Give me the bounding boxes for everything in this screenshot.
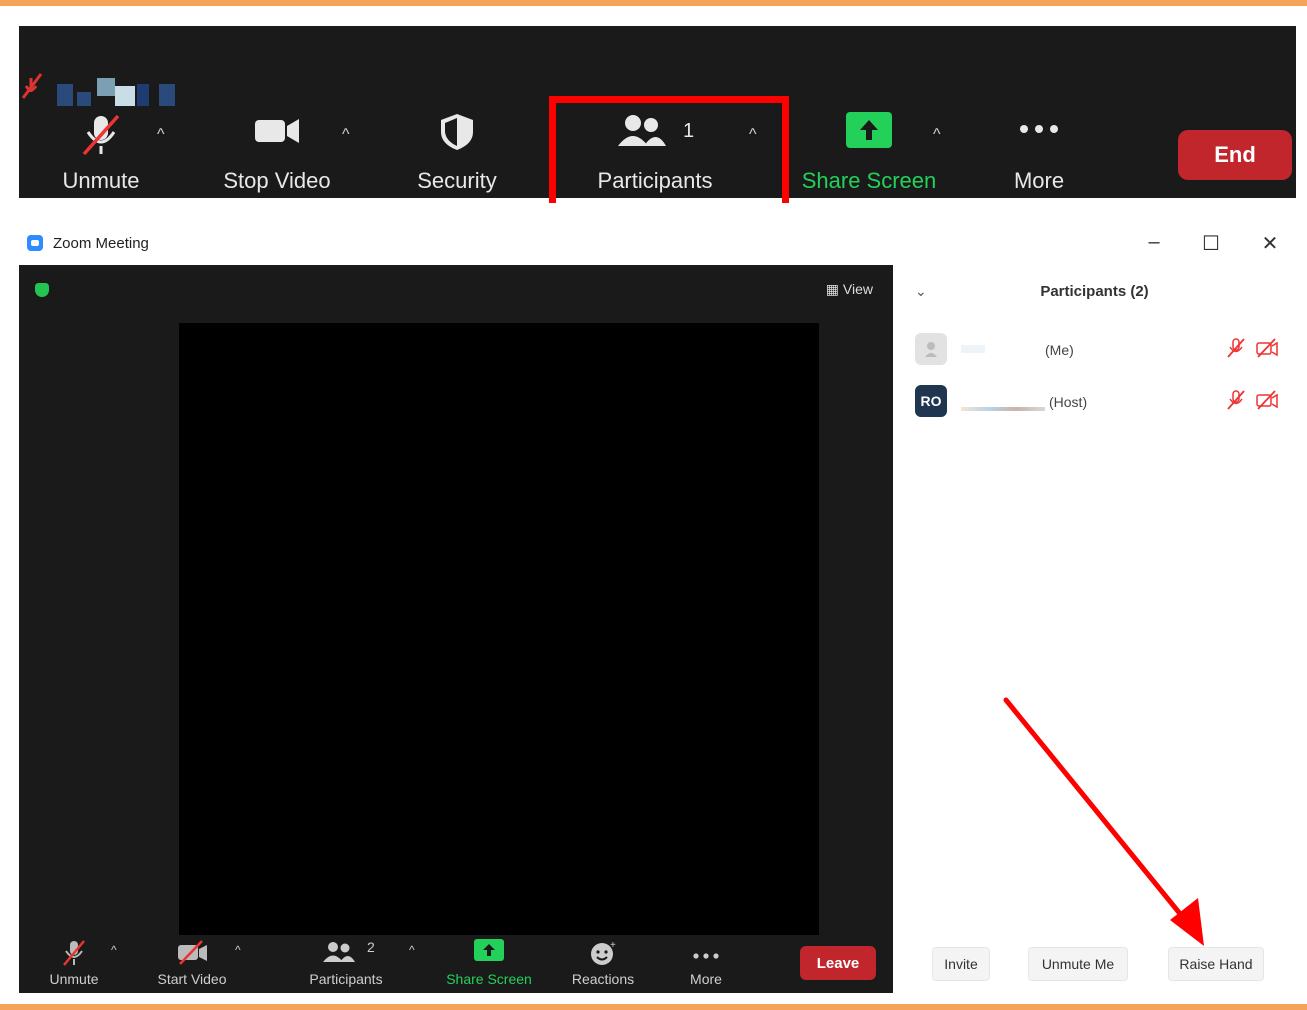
share-screen-button[interactable]: Share Screen bbox=[799, 26, 939, 198]
video-area: ▦ View Unmute ^ Start Video ^ 2 Particip… bbox=[19, 265, 893, 993]
end-meeting-button[interactable]: End bbox=[1178, 130, 1292, 180]
stop-video-button[interactable]: Stop Video bbox=[215, 26, 339, 198]
video-camera-icon bbox=[253, 112, 301, 153]
bottom-participants-caret-icon[interactable]: ^ bbox=[409, 943, 415, 957]
participant-row[interactable]: (Me) bbox=[915, 333, 1285, 367]
unmute-label: Unmute bbox=[62, 168, 140, 193]
muted-microphone-icon bbox=[78, 112, 124, 163]
participant-tag: (Host) bbox=[1049, 394, 1088, 410]
video-options-caret-icon[interactable]: ^ bbox=[342, 126, 350, 144]
encryption-shield-icon[interactable] bbox=[35, 283, 49, 297]
share-screen-icon bbox=[846, 112, 892, 155]
more-button[interactable]: More bbox=[997, 26, 1081, 198]
window-title: Zoom Meeting bbox=[53, 235, 149, 252]
frame-bottom-border bbox=[0, 1004, 1307, 1010]
bottom-participant-count: 2 bbox=[367, 939, 375, 955]
reactions-label: Reactions bbox=[571, 971, 635, 987]
participant-tag: (Me) bbox=[1045, 342, 1074, 358]
muted-microphone-icon bbox=[61, 939, 87, 972]
unmute-button[interactable]: Unmute bbox=[41, 26, 161, 198]
bottom-start-video-label: Start Video bbox=[157, 971, 227, 987]
video-off-icon[interactable] bbox=[1255, 389, 1279, 416]
muted-mic-icon bbox=[21, 73, 43, 99]
muted-mic-icon[interactable] bbox=[1225, 337, 1247, 364]
muted-mic-icon[interactable] bbox=[1225, 389, 1247, 416]
bottom-unmute-button[interactable]: Unmute bbox=[41, 935, 107, 993]
security-label: Security bbox=[417, 168, 497, 193]
grid-view-icon: ▦ bbox=[825, 281, 843, 297]
bottom-video-caret-icon[interactable]: ^ bbox=[235, 943, 241, 957]
reactions-button[interactable]: + Reactions bbox=[565, 935, 641, 993]
video-off-icon bbox=[176, 939, 208, 970]
bottom-more-label: More bbox=[690, 971, 722, 987]
bottom-share-screen-button[interactable]: Share Screen bbox=[443, 935, 535, 993]
audio-options-caret-icon[interactable]: ^ bbox=[157, 126, 165, 144]
avatar: RO bbox=[915, 385, 947, 417]
name-redacted-block bbox=[961, 345, 985, 353]
share-screen-icon bbox=[474, 939, 504, 968]
default-avatar-icon bbox=[925, 342, 937, 357]
bottom-audio-caret-icon[interactable]: ^ bbox=[111, 943, 117, 957]
more-label: More bbox=[1013, 168, 1065, 193]
bottom-more-button[interactable]: More bbox=[679, 935, 733, 993]
bottom-unmute-label: Unmute bbox=[49, 971, 99, 987]
minimize-icon[interactable]: – bbox=[1139, 231, 1169, 254]
shield-icon bbox=[438, 112, 476, 157]
avatar bbox=[915, 333, 947, 365]
svg-text:+: + bbox=[610, 940, 616, 951]
participants-panel-title: Participants (2) bbox=[1040, 283, 1149, 300]
zoom-logo-icon bbox=[27, 235, 43, 251]
leave-button[interactable]: Leave bbox=[800, 946, 876, 980]
bottom-participants-label: Participants bbox=[309, 971, 383, 987]
smiley-reaction-icon: + bbox=[589, 939, 617, 972]
avatar-initials: RO bbox=[920, 393, 942, 409]
view-label: View bbox=[842, 281, 873, 297]
meeting-toolbar-zoomed: Unmute ^ Stop Video ^ Security 1 Partici… bbox=[19, 26, 1296, 203]
view-button[interactable]: ▦ View bbox=[826, 281, 873, 298]
name-redacted-block bbox=[961, 407, 1045, 411]
more-dots-icon bbox=[1018, 122, 1060, 140]
share-options-caret-icon[interactable]: ^ bbox=[933, 126, 941, 144]
highlight-box bbox=[549, 96, 789, 203]
annotation-arrow bbox=[1003, 697, 1204, 946]
video-feed bbox=[179, 323, 819, 935]
invite-button[interactable]: Invite bbox=[932, 947, 990, 981]
participants-icon bbox=[322, 939, 356, 970]
bottom-participants-button[interactable]: 2 Participants bbox=[301, 935, 391, 993]
bottom-start-video-button[interactable]: Start Video bbox=[151, 935, 233, 993]
participant-row[interactable]: RO (Host) bbox=[915, 385, 1285, 419]
frame-top-border bbox=[0, 0, 1307, 6]
bottom-share-screen-label: Share Screen bbox=[446, 971, 532, 987]
share-screen-label: Share Screen bbox=[801, 168, 937, 193]
close-icon[interactable]: ✕ bbox=[1255, 231, 1285, 256]
video-off-icon[interactable] bbox=[1255, 337, 1279, 364]
security-button[interactable]: Security bbox=[405, 26, 509, 198]
stop-video-label: Stop Video bbox=[223, 168, 331, 193]
more-dots-icon bbox=[692, 947, 720, 965]
maximize-icon[interactable]: ☐ bbox=[1196, 231, 1226, 256]
